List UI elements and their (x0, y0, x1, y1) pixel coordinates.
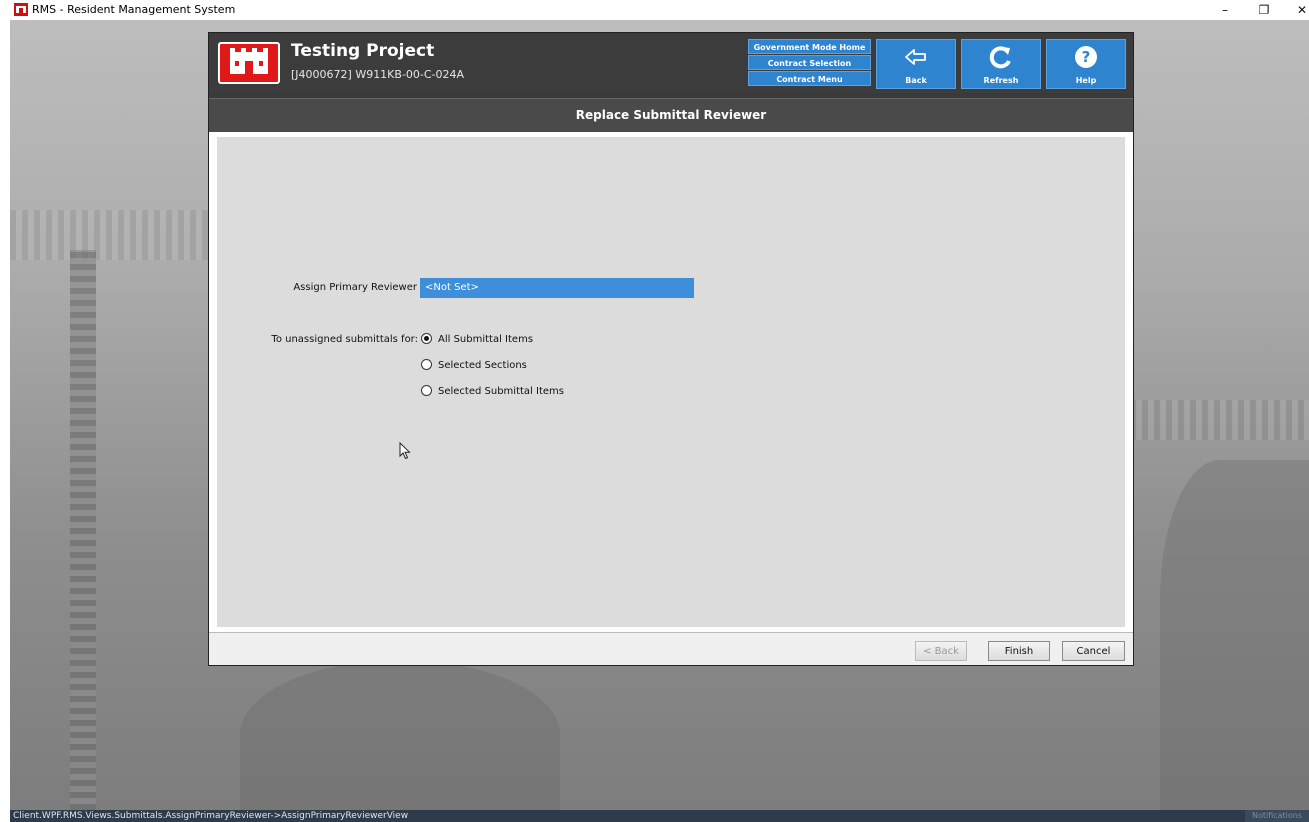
back-button[interactable]: < Back (915, 641, 967, 661)
page-title: Replace Submittal Reviewer (575, 108, 767, 122)
refresh-tile-button[interactable]: Refresh (961, 39, 1041, 89)
radio-unselected-icon[interactable] (421, 359, 432, 370)
radio-label-all: All Submittal Items (438, 334, 534, 345)
form-area: Assign Primary Reviewer <Not Set> To una… (217, 137, 1125, 627)
close-icon[interactable]: ✕ (1290, 2, 1309, 18)
radio-unselected-icon[interactable] (421, 385, 432, 396)
window-title: RMS - Resident Management System (32, 3, 236, 16)
assign-primary-reviewer-label: Assign Primary Reviewer (293, 282, 417, 293)
refresh-icon (989, 46, 1011, 69)
project-name: Testing Project (291, 41, 435, 61)
primary-reviewer-select[interactable]: <Not Set> (420, 278, 694, 298)
refresh-tile-label: Refresh (983, 76, 1019, 85)
minimize-icon[interactable]: – (1213, 2, 1237, 18)
status-bar: Client.WPF.RMS.Views.Submittals.AssignPr… (10, 810, 1309, 822)
radio-label-sections: Selected Sections (438, 360, 527, 371)
finish-button[interactable]: Finish (988, 641, 1050, 661)
nav-links: Government Mode Home Contract Selection … (748, 39, 871, 87)
government-mode-home-link[interactable]: Government Mode Home (748, 39, 871, 54)
help-tile-label: Help (1075, 76, 1097, 85)
back-arrow-icon (905, 49, 926, 65)
unassigned-submittals-label: To unassigned submittals for: (271, 334, 418, 345)
back-tile-label: Back (905, 76, 927, 85)
back-tile-button[interactable]: Back (876, 39, 956, 89)
mouse-cursor-icon (399, 442, 411, 460)
restore-icon[interactable]: ❐ (1252, 2, 1276, 18)
wizard-footer: < Back Finish Cancel (209, 632, 1133, 665)
project-id: [J4000672] W911KB-00-C-024A (291, 68, 465, 81)
app-logo-icon (14, 3, 28, 16)
radio-selected-sections[interactable]: Selected Sections (421, 358, 527, 374)
radio-label-items: Selected Submittal Items (438, 386, 564, 397)
radio-all-submittal-items[interactable]: All Submittal Items (421, 332, 533, 348)
window-titlebar: RMS - Resident Management System – ❐ ✕ (0, 0, 1309, 20)
usace-castle-logo (218, 42, 280, 84)
radio-selected-icon[interactable] (421, 333, 432, 344)
help-tile-button[interactable]: ? Help (1046, 39, 1126, 89)
content-panel: Assign Primary Reviewer <Not Set> To una… (209, 132, 1133, 632)
app-header: Testing Project [J4000672] W911KB-00-C-0… (209, 33, 1133, 93)
page-title-bar: Replace Submittal Reviewer (209, 98, 1133, 132)
help-icon: ? (1075, 46, 1097, 68)
cancel-button[interactable]: Cancel (1062, 641, 1125, 661)
svg-text:?: ? (1082, 48, 1091, 66)
contract-menu-link[interactable]: Contract Menu (748, 71, 871, 86)
main-window: Testing Project [J4000672] W911KB-00-C-0… (208, 32, 1134, 666)
radio-selected-submittal-items[interactable]: Selected Submittal Items (421, 384, 564, 400)
view-path: Client.WPF.RMS.Views.Submittals.AssignPr… (13, 811, 409, 821)
notifications-button[interactable]: Notifications (1245, 810, 1309, 822)
contract-selection-link[interactable]: Contract Selection (748, 55, 871, 70)
